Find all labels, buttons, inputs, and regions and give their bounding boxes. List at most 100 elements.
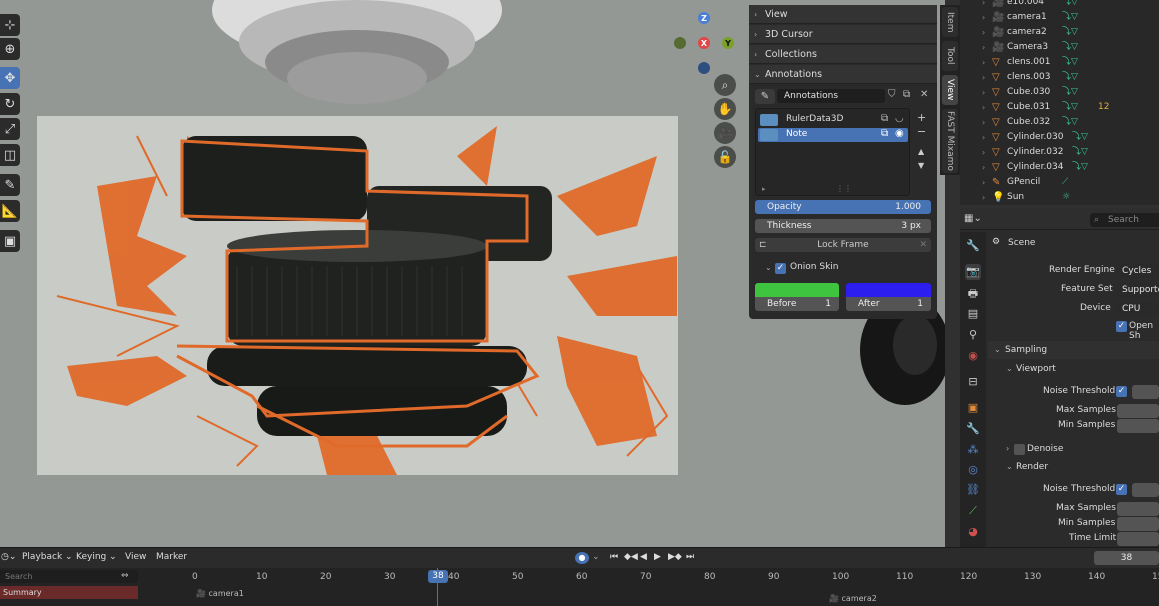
jump-end-icon[interactable]: ⏭ bbox=[686, 552, 694, 562]
view-layer-tab-icon[interactable]: ▤ bbox=[965, 306, 981, 322]
marker-camera2[interactable]: 🎥 camera2 bbox=[829, 594, 877, 603]
onion-skin-checkbox[interactable]: ✓ bbox=[775, 263, 786, 274]
expand-arrow-icon[interactable]: › bbox=[982, 115, 985, 130]
expand-arrow-icon[interactable]: › bbox=[982, 100, 985, 115]
add-cube-tool-icon[interactable]: ▣ bbox=[0, 230, 20, 252]
lock-frame-button[interactable]: ⊏ Lock Frame ✕ bbox=[755, 238, 931, 252]
device-dropdown[interactable]: CPU bbox=[1117, 302, 1159, 316]
object-data-icon[interactable]: ⤵▽ bbox=[1072, 130, 1088, 145]
expand-arrow-icon[interactable]: › bbox=[982, 40, 985, 55]
scene-tab-icon[interactable]: ⚲ bbox=[965, 327, 981, 343]
after-color-swatch[interactable] bbox=[846, 283, 931, 297]
feature-set-dropdown[interactable]: Supporte bbox=[1117, 283, 1159, 297]
tool-tab-icon[interactable]: 🔧 bbox=[965, 238, 981, 254]
expand-arrow-icon[interactable]: › bbox=[982, 175, 985, 190]
remove-layer-icon[interactable]: − bbox=[917, 125, 926, 138]
thickness-field[interactable]: Thickness 3 px bbox=[755, 219, 931, 233]
particles-tab-icon[interactable]: ⁂ bbox=[965, 442, 981, 458]
section-view[interactable]: › View bbox=[749, 5, 937, 24]
outliner-row[interactable]: › ▽ Cylinder.034 ⤵▽ bbox=[960, 160, 1159, 175]
move-tool-icon[interactable]: ✥ bbox=[0, 67, 20, 89]
render-engine-dropdown[interactable]: Cycles bbox=[1117, 264, 1159, 278]
render-noise-threshold-field[interactable] bbox=[1132, 483, 1159, 497]
move-up-icon[interactable]: ▲ bbox=[918, 147, 924, 156]
render-max-samples-field[interactable] bbox=[1117, 502, 1159, 516]
outliner-row[interactable]: › ▽ clens.003 ⤵▽ bbox=[960, 70, 1159, 85]
current-frame-field[interactable]: 38 bbox=[1094, 551, 1159, 565]
swap-icon[interactable]: ⇔ bbox=[121, 571, 129, 581]
after-frames-field[interactable]: After 1 bbox=[846, 297, 931, 311]
marker-menu[interactable]: Marker bbox=[156, 552, 187, 562]
tab-fast-mixamo[interactable]: FAST Mixamo bbox=[942, 109, 958, 173]
data-tab-icon[interactable]: ⟋ bbox=[965, 503, 981, 519]
timeline-search-input[interactable]: Search bbox=[0, 570, 138, 583]
onion-icon[interactable]: ⧉ bbox=[881, 113, 888, 124]
object-data-icon[interactable]: ⤵▽ bbox=[1062, 115, 1078, 130]
outliner-row[interactable]: › ▽ Cylinder.030 ⤵▽ bbox=[960, 130, 1159, 145]
outliner-row[interactable]: › 🎥 camera1 ⤵▽ bbox=[960, 10, 1159, 25]
expand-arrow-icon[interactable]: › bbox=[982, 25, 985, 40]
expand-arrow-icon[interactable]: › bbox=[982, 10, 985, 25]
resize-grip-icon[interactable]: ⋮⋮ bbox=[836, 184, 852, 193]
onion-icon[interactable]: ⧉ bbox=[881, 128, 888, 139]
object-data-icon[interactable]: ⤵▽ bbox=[1062, 40, 1078, 55]
viewport-subpanel-label[interactable]: Viewport bbox=[1016, 364, 1056, 374]
object-data-icon[interactable]: ⤵▽ bbox=[1072, 160, 1088, 175]
playhead[interactable]: 38 bbox=[428, 570, 448, 583]
summary-row[interactable]: Summary bbox=[0, 586, 138, 599]
list-item[interactable]: RulerData3D ⧉ ◡ bbox=[758, 113, 908, 127]
gizmo-x-axis[interactable]: X bbox=[698, 37, 710, 49]
fake-user-icon[interactable]: ⛉ bbox=[888, 89, 896, 100]
layer-color-swatch[interactable] bbox=[760, 129, 778, 141]
expand-arrow-icon[interactable]: › bbox=[982, 0, 985, 10]
play-icon[interactable]: ▶ bbox=[654, 552, 661, 562]
clear-icon[interactable]: ✕ bbox=[919, 238, 927, 252]
output-tab-icon[interactable]: 🖶 bbox=[965, 286, 981, 302]
object-data-icon[interactable]: ⤵▽ bbox=[1072, 145, 1088, 160]
open-shading-checkbox[interactable]: ✓ bbox=[1116, 321, 1127, 332]
object-data-icon[interactable]: ⟋ bbox=[1062, 175, 1068, 190]
expand-arrow-icon[interactable]: › bbox=[982, 160, 985, 175]
camera-view-icon[interactable]: 🎥 bbox=[714, 122, 736, 144]
object-data-icon[interactable]: ☼ bbox=[1062, 190, 1070, 205]
object-data-icon[interactable]: ⤵▽ bbox=[1062, 70, 1078, 85]
before-frames-field[interactable]: Before 1 bbox=[755, 297, 839, 311]
outliner-row[interactable]: › ▽ Cube.030 ⤵▽ bbox=[960, 85, 1159, 100]
expand-arrow-icon[interactable]: › bbox=[982, 190, 985, 205]
expand-arrow-icon[interactable]: › bbox=[982, 130, 985, 145]
opacity-slider[interactable]: Opacity 1.000 bbox=[755, 200, 931, 214]
annotation-name-field[interactable]: Annotations bbox=[777, 89, 885, 103]
tab-view[interactable]: View bbox=[942, 75, 958, 105]
measure-tool-icon[interactable]: 📐 bbox=[0, 200, 20, 222]
play-reverse-icon[interactable]: ◀ bbox=[640, 552, 647, 562]
modifier-tab-icon[interactable]: 🔧 bbox=[965, 421, 981, 437]
noise-threshold-field[interactable] bbox=[1132, 385, 1159, 399]
annotation-data-icon[interactable]: ✎ bbox=[755, 89, 775, 104]
object-data-icon[interactable]: ⤵▽ bbox=[1062, 85, 1078, 100]
eye-icon[interactable]: ◉ bbox=[895, 128, 904, 139]
physics-tab-icon[interactable]: ◎ bbox=[965, 462, 981, 478]
rotate-tool-icon[interactable]: ↻ bbox=[0, 93, 20, 115]
min-samples-field[interactable] bbox=[1117, 419, 1159, 433]
object-data-icon[interactable]: ⤵▽ bbox=[1062, 25, 1078, 40]
expand-arrow-icon[interactable]: › bbox=[982, 85, 985, 100]
record-icon[interactable]: ● bbox=[575, 552, 589, 564]
gizmo-neg-y-axis[interactable] bbox=[674, 37, 686, 49]
outliner-row[interactable]: › 🎥 camera2 ⤵▽ bbox=[960, 25, 1159, 40]
chevron-down-icon[interactable]: ⌄ bbox=[765, 263, 772, 272]
object-data-icon[interactable]: ⤵▽ bbox=[1062, 0, 1078, 10]
outliner-row[interactable]: › ▽ Cube.031 ⤵▽ 12 bbox=[960, 100, 1159, 115]
transform-tool-icon[interactable]: ◫ bbox=[0, 144, 20, 166]
zoom-icon[interactable]: ⌕ bbox=[714, 74, 736, 96]
render-min-samples-field[interactable] bbox=[1117, 517, 1159, 531]
outliner-row[interactable]: › ▽ Cylinder.032 ⤵▽ bbox=[960, 145, 1159, 160]
pan-hand-icon[interactable]: ✋ bbox=[714, 98, 736, 120]
layer-color-swatch[interactable] bbox=[760, 114, 778, 126]
lock-icon[interactable]: 🔓 bbox=[714, 146, 736, 168]
close-icon[interactable]: ✕ bbox=[920, 89, 928, 100]
world-tab-icon[interactable]: ◉ bbox=[965, 348, 981, 364]
outliner[interactable]: › 🎥 e10.004 ⤵▽ › 🎥 camera1 ⤵▽ › 🎥 camera2 ⤵▽ › 🎥 Camer… bbox=[960, 0, 1159, 205]
view-menu[interactable]: View bbox=[125, 552, 146, 562]
max-samples-field[interactable] bbox=[1117, 404, 1159, 418]
gizmo-z-axis[interactable]: Z bbox=[698, 12, 710, 24]
